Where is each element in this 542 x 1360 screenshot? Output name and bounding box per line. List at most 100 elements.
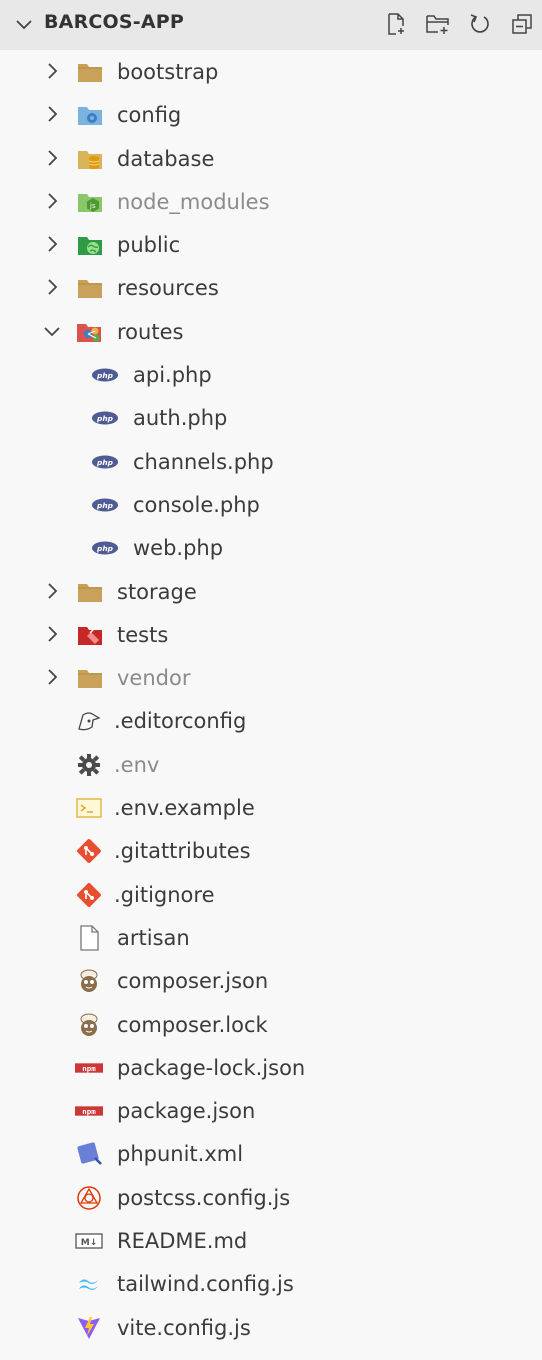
folder-row-node-modules[interactable]: js node_modules	[0, 180, 542, 223]
chevron-right-icon[interactable]	[42, 667, 62, 687]
php-icon: php	[91, 535, 119, 561]
markdown-icon: M↓	[75, 1228, 103, 1254]
file-row-gitattributes[interactable]: .gitattributes	[0, 829, 542, 872]
folder-label: public	[117, 233, 181, 258]
folder-row-storage[interactable]: storage	[0, 570, 542, 613]
file-row-readme-md[interactable]: M↓ README.md	[0, 1219, 542, 1262]
file-row-gitignore[interactable]: .gitignore	[0, 873, 542, 916]
folder-label: database	[117, 146, 215, 171]
folder-row-config[interactable]: config	[0, 93, 542, 136]
folder-row-resources[interactable]: resources	[0, 266, 542, 309]
folder-label: resources	[117, 276, 219, 301]
workspace-title: BARCOS-APP	[44, 11, 185, 33]
file-label: .gitignore	[114, 882, 215, 907]
php-icon: php	[91, 492, 119, 518]
svg-text:npm: npm	[82, 1064, 96, 1073]
chevron-down-icon[interactable]	[42, 321, 62, 341]
phpunit-icon	[75, 1141, 103, 1167]
explorer-actions	[382, 10, 536, 38]
npm-icon: npm	[75, 1098, 103, 1124]
file-label: composer.lock	[117, 1012, 268, 1037]
chevron-right-icon[interactable]	[42, 61, 62, 81]
folder-public-icon	[76, 232, 104, 258]
chevron-right-icon[interactable]	[42, 234, 62, 254]
file-row-api-php[interactable]: php api.php	[0, 353, 542, 396]
chevron-right-icon[interactable]	[42, 104, 62, 124]
file-row-editorconfig[interactable]: .editorconfig	[0, 699, 542, 742]
folder-row-bootstrap[interactable]: bootstrap	[0, 50, 542, 93]
folder-tests-icon	[76, 622, 104, 648]
folder-row-public[interactable]: public	[0, 223, 542, 266]
folder-row-database[interactable]: database	[0, 137, 542, 180]
php-icon: php	[91, 449, 119, 475]
file-label: package-lock.json	[117, 1055, 306, 1080]
chevron-right-icon[interactable]	[42, 277, 62, 297]
vite-icon	[75, 1315, 103, 1341]
file-label: console.php	[133, 492, 260, 517]
postcss-icon	[75, 1185, 103, 1211]
file-row-tailwind-config-js[interactable]: tailwind.config.js	[0, 1262, 542, 1305]
svg-text:M↓: M↓	[81, 1238, 98, 1248]
collapse-all-icon[interactable]	[508, 10, 536, 38]
tailwind-icon	[75, 1271, 103, 1297]
explorer-header[interactable]: BARCOS-APP	[0, 0, 542, 50]
file-label: README.md	[117, 1229, 248, 1254]
terminal-icon	[75, 795, 103, 821]
svg-text:js: js	[89, 202, 96, 210]
composer-icon	[75, 968, 103, 994]
gear-icon	[75, 752, 103, 778]
file-row-channels-php[interactable]: php channels.php	[0, 440, 542, 483]
chevron-down-icon[interactable]	[14, 14, 34, 34]
file-row-composer-lock[interactable]: composer.lock	[0, 1003, 542, 1046]
file-row-phpunit-xml[interactable]: phpunit.xml	[0, 1132, 542, 1175]
folder-row-routes[interactable]: routes	[0, 310, 542, 353]
refresh-icon[interactable]	[466, 10, 494, 38]
file-label: .env.example	[114, 796, 255, 821]
new-file-icon[interactable]	[382, 10, 410, 38]
folder-row-vendor[interactable]: vendor	[0, 656, 542, 699]
new-folder-icon[interactable]	[424, 10, 452, 38]
folder-icon	[76, 59, 104, 85]
file-row-vite-config-js[interactable]: vite.config.js	[0, 1306, 542, 1349]
folder-label: tests	[117, 622, 169, 647]
file-label: composer.json	[117, 969, 269, 994]
chevron-right-icon[interactable]	[42, 148, 62, 168]
folder-label: routes	[117, 319, 184, 344]
file-row-console-php[interactable]: php console.php	[0, 483, 542, 526]
git-icon	[75, 882, 103, 908]
svg-text:php: php	[96, 371, 114, 380]
explorer-panel: BARCOS-APP bootstrap config database js …	[0, 0, 542, 1360]
file-label: channels.php	[133, 449, 274, 474]
file-label: web.php	[133, 536, 224, 561]
file-row-composer-json[interactable]: composer.json	[0, 959, 542, 1002]
file-row-auth-php[interactable]: php auth.php	[0, 396, 542, 439]
file-row-artisan[interactable]: artisan	[0, 916, 542, 959]
file-row-env-example[interactable]: .env.example	[0, 786, 542, 829]
file-row-env[interactable]: .env	[0, 743, 542, 786]
folder-node-icon: js	[76, 189, 104, 215]
folder-label: storage	[117, 579, 197, 604]
file-row-package-lock-json[interactable]: npm package-lock.json	[0, 1046, 542, 1089]
folder-label: node_modules	[117, 189, 270, 214]
npm-icon: npm	[75, 1055, 103, 1081]
file-row-package-json[interactable]: npm package.json	[0, 1089, 542, 1132]
folder-label: config	[117, 103, 182, 128]
composer-icon	[75, 1012, 103, 1038]
php-icon: php	[91, 362, 119, 388]
chevron-right-icon[interactable]	[42, 191, 62, 211]
file-label: artisan	[117, 925, 190, 950]
folder-database-icon	[76, 146, 104, 172]
chevron-right-icon[interactable]	[42, 624, 62, 644]
folder-config-icon	[76, 102, 104, 128]
svg-text:php: php	[96, 457, 114, 466]
folder-row-tests[interactable]: tests	[0, 613, 542, 656]
svg-text:php: php	[96, 544, 114, 553]
file-row-postcss-config-js[interactable]: postcss.config.js	[0, 1176, 542, 1219]
folder-label: bootstrap	[117, 60, 219, 84]
file-tree: bootstrap config database js node_module…	[0, 50, 542, 1349]
folder-routes-icon	[76, 319, 104, 345]
folder-icon	[76, 579, 104, 605]
chevron-right-icon[interactable]	[42, 581, 62, 601]
file-label: vite.config.js	[117, 1315, 251, 1340]
file-row-web-php[interactable]: php web.php	[0, 526, 542, 569]
